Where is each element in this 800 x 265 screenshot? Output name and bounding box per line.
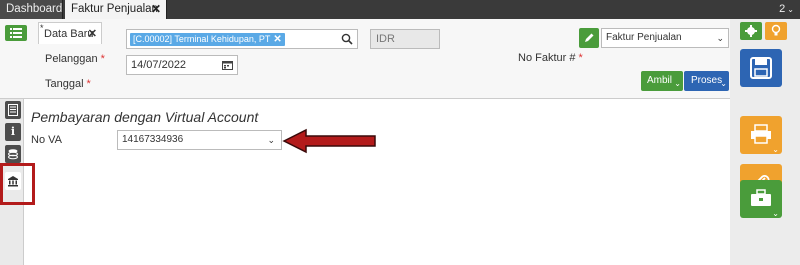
top-tab-bar: Dashboard Faktur Penjualan ✕ 2 ⌄ — [0, 0, 800, 19]
chevron-down-icon: ⌄ — [772, 209, 779, 218]
chevron-down-icon: ⌄ — [716, 33, 724, 43]
list-button[interactable] — [5, 25, 27, 41]
close-icon[interactable]: ✕ — [88, 23, 97, 45]
proses-button[interactable]: Proses ⌄ — [684, 71, 729, 91]
tab-data-baru-label: Data Baru — [44, 28, 94, 40]
chevron-down-icon: ⌄ — [674, 79, 681, 88]
save-icon — [750, 57, 772, 79]
chevron-down-icon: ⌄ — [267, 135, 275, 145]
calendar-icon[interactable] — [222, 60, 233, 70]
customer-chip-label: [C.00002] Terminal Kehidupan, PT — [133, 34, 271, 44]
currency-field: IDR — [370, 29, 440, 49]
tab-data-baru[interactable]: * Data Baru ✕ — [38, 22, 102, 44]
printer-icon — [751, 124, 771, 144]
lightbulb-icon — [771, 24, 781, 36]
tab-dashboard[interactable]: Dashboard — [0, 0, 63, 19]
annotation-arrow — [282, 128, 376, 154]
rail-item-document[interactable] — [5, 101, 21, 119]
unsaved-marker: * — [40, 23, 44, 33]
va-number-value: 14167334936 — [122, 134, 184, 145]
va-number-select[interactable]: 14167334936 ⌄ — [117, 130, 282, 150]
chevron-down-icon: ⌄ — [720, 79, 727, 88]
ambil-button[interactable]: Ambil ⌄ — [641, 71, 683, 91]
pencil-icon — [585, 33, 594, 42]
chevron-down-icon: ⌄ — [772, 145, 779, 154]
va-label: No VA — [31, 134, 62, 146]
document-icon — [8, 104, 18, 116]
customer-field[interactable]: [C.00002] Terminal Kehidupan, PT ✕ — [126, 29, 358, 49]
list-icon — [10, 28, 22, 38]
section-title: Pembayaran dengan Virtual Account — [31, 109, 259, 125]
settings-button[interactable] — [740, 22, 762, 40]
no-faktur-label: No Faktur # * — [518, 52, 583, 64]
tanggal-label: Tanggal * — [45, 78, 91, 90]
pelanggan-label: Pelanggan * — [45, 53, 105, 65]
action-panel: ⌄ ⌄ ⌄ — [730, 19, 800, 265]
open-tabs-counter[interactable]: 2 ⌄ — [779, 0, 794, 19]
remove-icon[interactable]: ✕ — [273, 34, 281, 45]
faktur-type-select[interactable]: Faktur Penjualan ⌄ — [601, 28, 729, 48]
coins-icon — [8, 149, 18, 160]
tab-faktur-penjualan[interactable]: Faktur Penjualan ✕ — [65, 0, 167, 19]
rail-item-coins[interactable] — [5, 145, 21, 163]
highlight-box — [0, 163, 35, 205]
faktur-type-value: Faktur Penjualan — [606, 32, 682, 43]
rail-item-info[interactable]: i — [5, 123, 21, 141]
tab-dashboard-label: Dashboard — [6, 3, 63, 15]
edit-number-button[interactable] — [579, 28, 599, 48]
date-field[interactable]: 14/07/2022 — [126, 55, 238, 75]
ambil-label: Ambil — [647, 75, 673, 86]
close-icon[interactable]: ✕ — [151, 0, 161, 19]
tips-button[interactable] — [765, 22, 787, 40]
date-value: 14/07/2022 — [131, 59, 187, 71]
save-button[interactable] — [740, 49, 782, 87]
chevron-down-icon: ⌄ — [787, 5, 794, 14]
info-icon: i — [10, 125, 16, 138]
customer-chip[interactable]: [C.00002] Terminal Kehidupan, PT ✕ — [130, 33, 285, 46]
print-button[interactable]: ⌄ — [740, 116, 782, 154]
gear-icon — [745, 25, 757, 37]
briefcase-icon — [751, 189, 771, 206]
proses-label: Proses — [691, 75, 723, 86]
tab-count: 2 — [779, 3, 786, 15]
tab-faktur-label: Faktur Penjualan — [71, 3, 158, 15]
search-icon[interactable] — [341, 33, 353, 45]
briefcase-button[interactable]: ⌄ — [740, 180, 782, 218]
